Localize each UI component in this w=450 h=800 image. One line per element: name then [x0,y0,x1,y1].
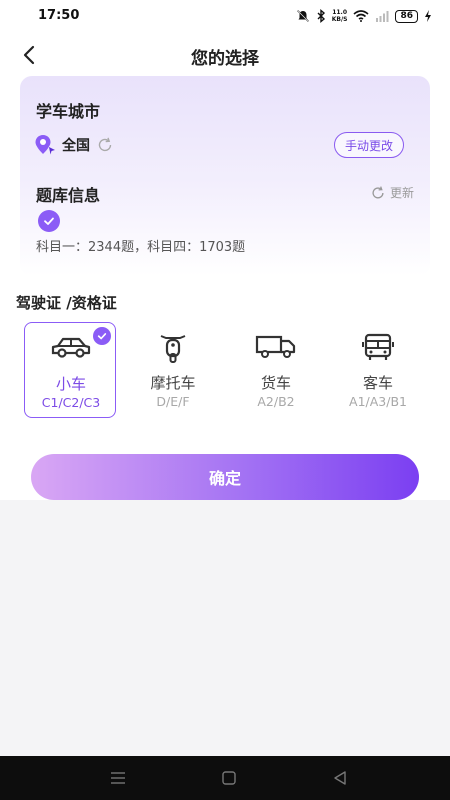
city-value: 全国 [62,138,90,154]
refresh-icon[interactable] [96,136,114,154]
car-icon [51,337,91,358]
update-button[interactable]: 更新 [370,184,414,201]
license-option-car[interactable]: 小车 C1/C2/C3 [24,322,116,418]
license-label: 小车 [55,375,86,393]
mute-bell-icon [296,10,309,22]
home-square-icon [222,771,236,785]
triangle-back-icon [334,771,346,785]
city-row: 全国 [34,134,114,156]
license-option-bus[interactable]: 客车 A1/A3/B1 [332,322,424,418]
license-label: 货车 [260,374,291,392]
location-pin-icon [35,135,55,155]
license-section-title: 驾驶证 /资格证 [16,294,117,312]
bank-heading: 题库信息 [36,186,101,205]
status-bar: 17:50 11.0 KB/S 86 [0,0,450,32]
bluetooth-icon [317,9,325,23]
license-type-row: 小车 C1/C2/C3 摩托车 D/E/F 货车 A2/B2 客车 A1/A3/… [24,322,424,418]
status-time: 17:50 [38,8,80,23]
info-card: 学车城市 全国 手动更改 题库信息 更新 科目一：2344题，科目四：1703题 [20,76,430,276]
city-heading: 学车城市 [36,102,101,121]
check-icon [44,217,54,225]
license-classes: D/E/F [156,394,190,409]
battery-indicator: 86 [395,9,418,23]
system-nav-bar [0,756,450,800]
check-badge [38,210,60,232]
menu-button[interactable] [108,768,128,788]
menu-icon [111,772,125,784]
license-label: 摩托车 [150,374,196,392]
signal-icon [376,11,389,22]
charging-icon [425,10,431,22]
nav-bar: 您的选择 [0,32,450,76]
license-option-truck[interactable]: 货车 A2/B2 [230,322,322,418]
license-option-motorcycle[interactable]: 摩托车 D/E/F [127,322,219,418]
page-title: 您的选择 [191,49,259,69]
wifi-icon [353,10,369,22]
confirm-button[interactable]: 确定 [31,454,419,500]
license-classes: A2/B2 [257,394,295,409]
truck-icon [255,335,296,358]
status-icons: 11.0 KB/S 86 [296,7,432,25]
license-classes: A1/A3/B1 [349,394,407,409]
question-bank-stats: 科目一：2344题，科目四：1703题 [36,240,246,255]
refresh-icon [372,185,384,198]
home-button[interactable] [219,768,239,788]
motorcycle-icon [160,335,186,363]
change-city-button[interactable]: 手动更改 [333,132,404,158]
bus-icon [362,333,394,360]
net-speed: 11.0 KB/S [331,9,348,23]
license-label: 客车 [362,374,393,392]
license-classes: C1/C2/C3 [41,395,101,410]
update-label: 更新 [389,186,414,200]
back-nav-button[interactable] [330,768,350,788]
